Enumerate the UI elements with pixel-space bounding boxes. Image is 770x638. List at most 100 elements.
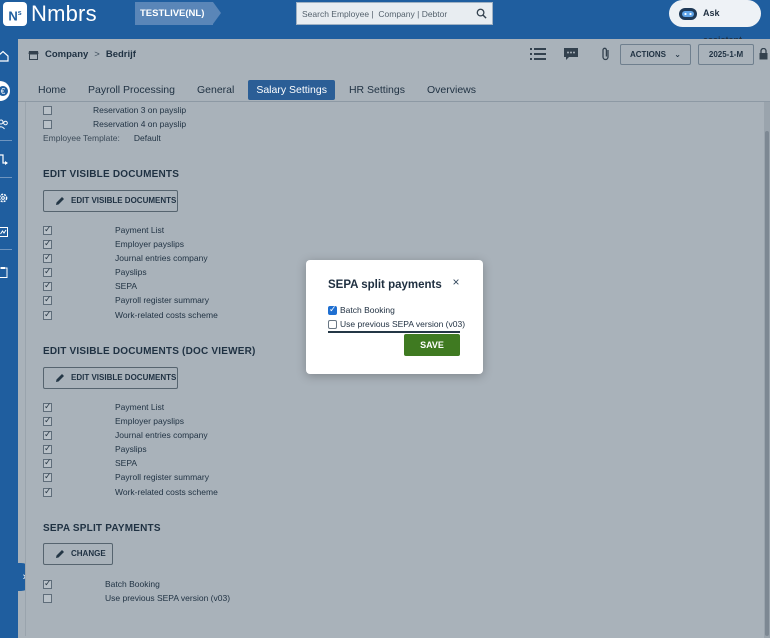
checkbox[interactable] xyxy=(43,443,52,454)
change-button[interactable]: CHANGE xyxy=(43,543,113,565)
top-bar: Ns Nmbrs TESTLIVE(NL) Ask assistant xyxy=(0,0,770,45)
rail-divider xyxy=(0,177,12,178)
actions-dropdown[interactable]: ACTIONS ⌄ xyxy=(620,44,691,65)
pencil-icon xyxy=(56,374,64,382)
euro-icon[interactable]: € xyxy=(0,85,9,97)
checkbox-label: Payslips xyxy=(115,267,147,277)
previous-sepa-option[interactable]: Use previous SEPA version (v03) xyxy=(328,319,465,329)
dialog-title: SEPA split payments xyxy=(328,279,442,291)
actions-label: ACTIONS xyxy=(630,50,666,59)
main-tabs: Home Payroll Processing General Salary S… xyxy=(30,80,484,100)
checkbox-label: Payslips xyxy=(115,444,147,454)
checkbox-label: SEPA xyxy=(115,458,138,468)
option-label: Batch Booking xyxy=(340,305,395,315)
list-item: Reservation 4 on payslip xyxy=(43,119,186,129)
checkbox-label: Payroll register summary xyxy=(115,295,209,305)
employee-template-label: Employee Template: xyxy=(43,133,120,143)
tab-payroll-processing[interactable]: Payroll Processing xyxy=(80,80,183,100)
checkbox[interactable] xyxy=(43,119,52,129)
lock-icon[interactable] xyxy=(759,48,768,60)
logo-mark[interactable]: Ns xyxy=(3,2,27,26)
checkbox-label: Employer payslips xyxy=(115,239,184,249)
checkbox-label: Use previous SEPA version (v03) xyxy=(105,593,231,603)
list-item: Employer payslips xyxy=(43,238,184,249)
checkbox-label: Payment List xyxy=(115,402,165,412)
checkbox[interactable] xyxy=(43,238,52,249)
flow-icon[interactable] xyxy=(0,153,9,165)
checkbox[interactable] xyxy=(43,401,52,412)
tab-general[interactable]: General xyxy=(189,80,242,100)
list-item: Use previous SEPA version (v03) xyxy=(43,593,230,603)
checkbox[interactable] xyxy=(43,266,52,277)
checkbox[interactable] xyxy=(43,309,52,320)
search-input[interactable] xyxy=(297,3,467,24)
checkbox[interactable] xyxy=(43,252,52,263)
checkbox-label: Batch Booking xyxy=(105,579,160,589)
checkbox-label: Reservation 4 on payslip xyxy=(93,119,187,129)
users-icon[interactable] xyxy=(0,118,9,130)
list-item: Journal entries company xyxy=(43,252,208,263)
checkbox-label: Work-related costs scheme xyxy=(115,487,218,497)
edit-visible-documents-viewer-button[interactable]: EDIT VISIBLE DOCUMENTS xyxy=(43,367,178,389)
checkbox[interactable] xyxy=(43,280,52,291)
batch-booking-checkbox[interactable] xyxy=(328,304,337,315)
list-item: SEPA xyxy=(43,457,138,468)
checkbox[interactable] xyxy=(43,471,52,482)
checkbox-label: Reservation 3 on payslip xyxy=(93,105,187,115)
checkbox[interactable] xyxy=(43,457,52,468)
list-item: Batch Booking xyxy=(43,578,160,589)
section-title: EDIT VISIBLE DOCUMENTS (DOC VIEWER) xyxy=(43,346,256,357)
logo-text[interactable]: Nmbrs xyxy=(31,1,97,27)
shop-icon xyxy=(28,50,39,60)
search-icon[interactable] xyxy=(476,8,487,19)
batch-booking-option[interactable]: Batch Booking xyxy=(328,304,395,315)
paperclip-icon[interactable] xyxy=(598,47,614,61)
tab-hr-settings[interactable]: HR Settings xyxy=(341,80,413,100)
checkbox-label: Employer payslips xyxy=(115,416,184,426)
home-icon[interactable] xyxy=(0,50,9,62)
header-bar: Company > Bedrijf ACTIONS ⌄ 2025-1-M xyxy=(18,39,770,70)
checkbox-label: Payroll register summary xyxy=(115,472,209,482)
checkbox[interactable] xyxy=(43,578,52,589)
employee-template-value: Default xyxy=(133,133,161,143)
checkbox[interactable] xyxy=(43,593,52,603)
dialog-divider xyxy=(328,331,460,333)
tab-home[interactable]: Home xyxy=(30,80,74,100)
period-selector[interactable]: 2025-1-M xyxy=(698,44,754,65)
report-icon[interactable] xyxy=(0,226,9,238)
button-label: EDIT VISIBLE DOCUMENTS xyxy=(71,373,177,382)
breadcrumb-company[interactable]: Company xyxy=(45,49,88,60)
previous-sepa-checkbox[interactable] xyxy=(328,319,337,329)
list-item: Payroll register summary xyxy=(43,294,209,305)
tab-overviews[interactable]: Overviews xyxy=(419,80,484,100)
scrollbar-thumb[interactable] xyxy=(765,131,769,636)
tab-salary-settings[interactable]: Salary Settings xyxy=(248,80,335,100)
list-item: Reservation 3 on payslip xyxy=(43,105,186,115)
svg-text:€: € xyxy=(1,87,6,96)
chat-icon[interactable] xyxy=(563,47,579,61)
edit-visible-documents-button[interactable]: EDIT VISIBLE DOCUMENTS xyxy=(43,190,178,212)
checkbox[interactable] xyxy=(43,415,52,426)
rail-divider xyxy=(0,249,12,250)
checkbox-label: Work-related costs scheme xyxy=(115,310,218,320)
list-item: Payment List xyxy=(43,224,164,235)
checkbox[interactable] xyxy=(43,294,52,305)
save-button[interactable]: SAVE xyxy=(404,334,460,356)
checkbox-label: Journal entries company xyxy=(115,430,208,440)
ask-assistant-button[interactable]: Ask assistant xyxy=(669,0,761,45)
list-item: Payroll register summary xyxy=(43,471,209,482)
checkbox[interactable] xyxy=(43,429,52,440)
list-item: Payslips xyxy=(43,266,147,277)
checkbox[interactable] xyxy=(43,105,52,115)
list-item: SEPA xyxy=(43,280,137,291)
list-icon[interactable] xyxy=(530,47,546,61)
list-item: Work-related costs scheme xyxy=(43,486,218,497)
checkbox[interactable] xyxy=(43,486,52,497)
environment-badge[interactable]: TESTLIVE(NL) xyxy=(135,2,221,25)
checkbox[interactable] xyxy=(43,224,52,235)
search-box[interactable] xyxy=(296,2,493,25)
gear-icon[interactable] xyxy=(0,192,9,204)
pencil-icon xyxy=(56,197,64,205)
clipboard-icon[interactable] xyxy=(0,266,9,278)
close-icon[interactable]: × xyxy=(450,275,462,289)
